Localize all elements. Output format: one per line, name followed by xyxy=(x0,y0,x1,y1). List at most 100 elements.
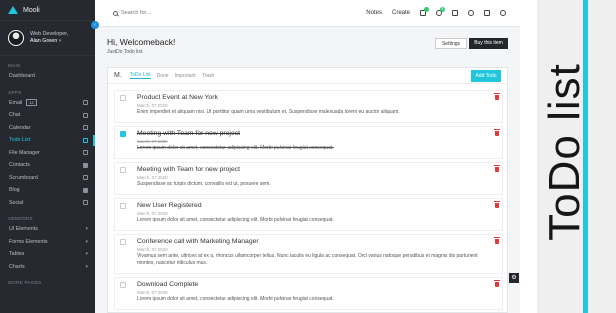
todo-checkbox[interactable] xyxy=(120,131,126,137)
folder-icon xyxy=(83,150,88,156)
todo-item[interactable]: Product Event at New York March, 07 2020… xyxy=(114,90,503,123)
todo-checkbox[interactable] xyxy=(120,203,126,209)
brand[interactable]: Mooli xyxy=(0,0,95,20)
main-content: Hi, Welcomeback! JustDo Todo list. Setti… xyxy=(95,27,520,313)
todo-checkbox[interactable] xyxy=(120,95,126,101)
sidebar-item-forms-elements[interactable]: Forms Elements ▾ xyxy=(0,236,95,249)
blog-icon xyxy=(83,187,88,193)
todo-item[interactable]: New User Registered March, 07 2020 Lorem… xyxy=(114,198,503,231)
envelope-icon xyxy=(83,100,88,106)
sidebar-item-email[interactable]: Email 12 xyxy=(0,97,95,110)
trash-icon[interactable] xyxy=(494,129,500,136)
search-input[interactable]: Search for… xyxy=(121,10,152,16)
settings-button[interactable]: Settings xyxy=(435,38,467,49)
todo-description: Lorem ipsum dolor sit amet, consectetur … xyxy=(137,145,334,151)
sidebar-item-social[interactable]: Social xyxy=(0,197,95,210)
email-count-badge: 12 xyxy=(26,99,37,107)
share-icon xyxy=(83,200,88,206)
todo-date: March, 07 2020 xyxy=(137,103,168,108)
tab-done[interactable]: Done xyxy=(157,73,169,79)
sidebar-item-calendar[interactable]: Calendar xyxy=(0,122,95,135)
banner-title: ToDo list xyxy=(540,63,589,241)
chevron-down-icon: ▾ xyxy=(85,226,88,233)
profile-name: Alan Green xyxy=(30,38,58,44)
bell-icon[interactable]: 4 xyxy=(436,7,445,16)
section-vendors: VENDORS xyxy=(8,216,33,221)
topbar: Search for… Notes Create 4 xyxy=(95,0,520,27)
todo-date: March, 07 2020 xyxy=(137,211,168,216)
trash-icon[interactable] xyxy=(494,280,500,287)
sidebar-item-dashboard[interactable]: Dashboard xyxy=(0,70,95,83)
todo-title: Download Complete xyxy=(137,281,199,288)
sidebar: Mooli Web Developer, Alan Green ▾ MAIN D… xyxy=(0,0,95,313)
todo-description: Suspendisse ac turpis dictum, convallis … xyxy=(137,181,271,187)
sidebar-item-ui-elements[interactable]: UI Elements ▾ xyxy=(0,223,95,236)
calendar-icon xyxy=(83,125,88,131)
todo-checkbox[interactable] xyxy=(120,167,126,173)
todo-title: Meeting with Team for new project xyxy=(137,166,241,173)
trash-icon[interactable] xyxy=(494,93,500,100)
todo-item[interactable]: Meeting with Team for new project March,… xyxy=(114,126,503,159)
chevron-down-icon: ▾ xyxy=(85,238,88,245)
mail-badge xyxy=(424,7,429,12)
todo-description: Lorem ipsum dolor sit amet, consectetur … xyxy=(137,217,334,223)
welcome-header: Hi, Welcomeback! JustDo Todo list. xyxy=(107,37,175,55)
mail-icon[interactable] xyxy=(420,7,429,16)
sidebar-collapse-button[interactable]: ‹ xyxy=(91,21,99,29)
create-link[interactable]: Create xyxy=(392,10,410,16)
sidebar-item-file-manager[interactable]: File Manager xyxy=(0,147,95,160)
todo-title: Product Event at New York xyxy=(137,94,218,101)
todo-title: New User Registered xyxy=(137,202,202,209)
contacts-icon xyxy=(83,162,88,168)
avatar xyxy=(8,30,24,46)
trash-icon[interactable] xyxy=(494,237,500,244)
sidebar-item-scrumboard[interactable]: Scrumboard xyxy=(0,172,95,185)
todo-panel: M. ToDo List Done Important Trash Add To… xyxy=(107,67,508,313)
user-profile[interactable]: Web Developer, Alan Green ▾ xyxy=(0,20,95,56)
power-icon[interactable] xyxy=(500,10,506,16)
chat-icon xyxy=(83,112,88,118)
chevron-down-icon: ▾ xyxy=(85,263,88,270)
todo-title: Conference call with Marketing Manager xyxy=(137,238,259,245)
page-title: Hi, Welcomeback! xyxy=(107,37,176,47)
sidebar-item-charts[interactable]: Charts ▾ xyxy=(0,261,95,274)
buy-button[interactable]: Buy this item xyxy=(469,38,508,49)
chat-icon[interactable] xyxy=(468,10,474,16)
todo-item[interactable]: Meeting with Team for new project March,… xyxy=(114,162,503,195)
chevron-down-icon: ▾ xyxy=(85,251,88,258)
todo-checkbox[interactable] xyxy=(120,282,126,288)
sidebar-item-todo-list[interactable]: Todo List xyxy=(0,134,95,147)
sidebar-item-chat[interactable]: Chat xyxy=(0,109,95,122)
chevron-down-icon[interactable]: ▾ xyxy=(59,38,62,44)
trash-icon[interactable] xyxy=(494,165,500,172)
todo-checkbox[interactable] xyxy=(120,239,126,245)
search-box[interactable]: Search for… xyxy=(113,10,152,16)
gear-icon[interactable]: ⚙ xyxy=(509,273,519,283)
notes-link[interactable]: Notes xyxy=(366,10,382,16)
profile-role: Web Developer, xyxy=(30,31,69,37)
todo-item[interactable]: Download Complete March, 07 2020 Lorem i… xyxy=(114,277,503,310)
section-more-pages: MORE PAGES xyxy=(8,280,42,285)
todo-description: Enim imperdiet et aliquam nisi. Ut portt… xyxy=(137,109,400,115)
page-subtitle: JustDo Todo list. xyxy=(107,49,144,55)
tab-important[interactable]: Important xyxy=(175,73,196,79)
tab-todo-list[interactable]: ToDo List xyxy=(129,72,151,79)
add-todo-button[interactable]: Add Todo xyxy=(471,69,501,82)
flag-icon[interactable] xyxy=(452,10,458,16)
tab-trash[interactable]: Trash xyxy=(202,73,215,79)
logo-icon xyxy=(8,6,18,14)
section-apps: APPS xyxy=(8,89,22,95)
todo-item[interactable]: Conference call with Marketing Manager M… xyxy=(114,234,503,274)
sidebar-item-blog[interactable]: Blog xyxy=(0,184,95,197)
notification-badge: 4 xyxy=(440,7,445,12)
panel-initial: M. xyxy=(114,72,122,79)
todo-description: Vivamus sem ante, ultrices at ex a, rhon… xyxy=(137,253,478,266)
brand-name: Mooli xyxy=(23,6,40,14)
fullscreen-icon[interactable] xyxy=(484,10,490,16)
board-icon xyxy=(83,175,88,181)
todo-date: March, 07 2020 xyxy=(137,247,168,252)
sidebar-item-contacts[interactable]: Contacts xyxy=(0,159,95,172)
checklist-icon xyxy=(83,137,88,143)
sidebar-item-tables[interactable]: Tables ▾ xyxy=(0,248,95,261)
trash-icon[interactable] xyxy=(494,201,500,208)
